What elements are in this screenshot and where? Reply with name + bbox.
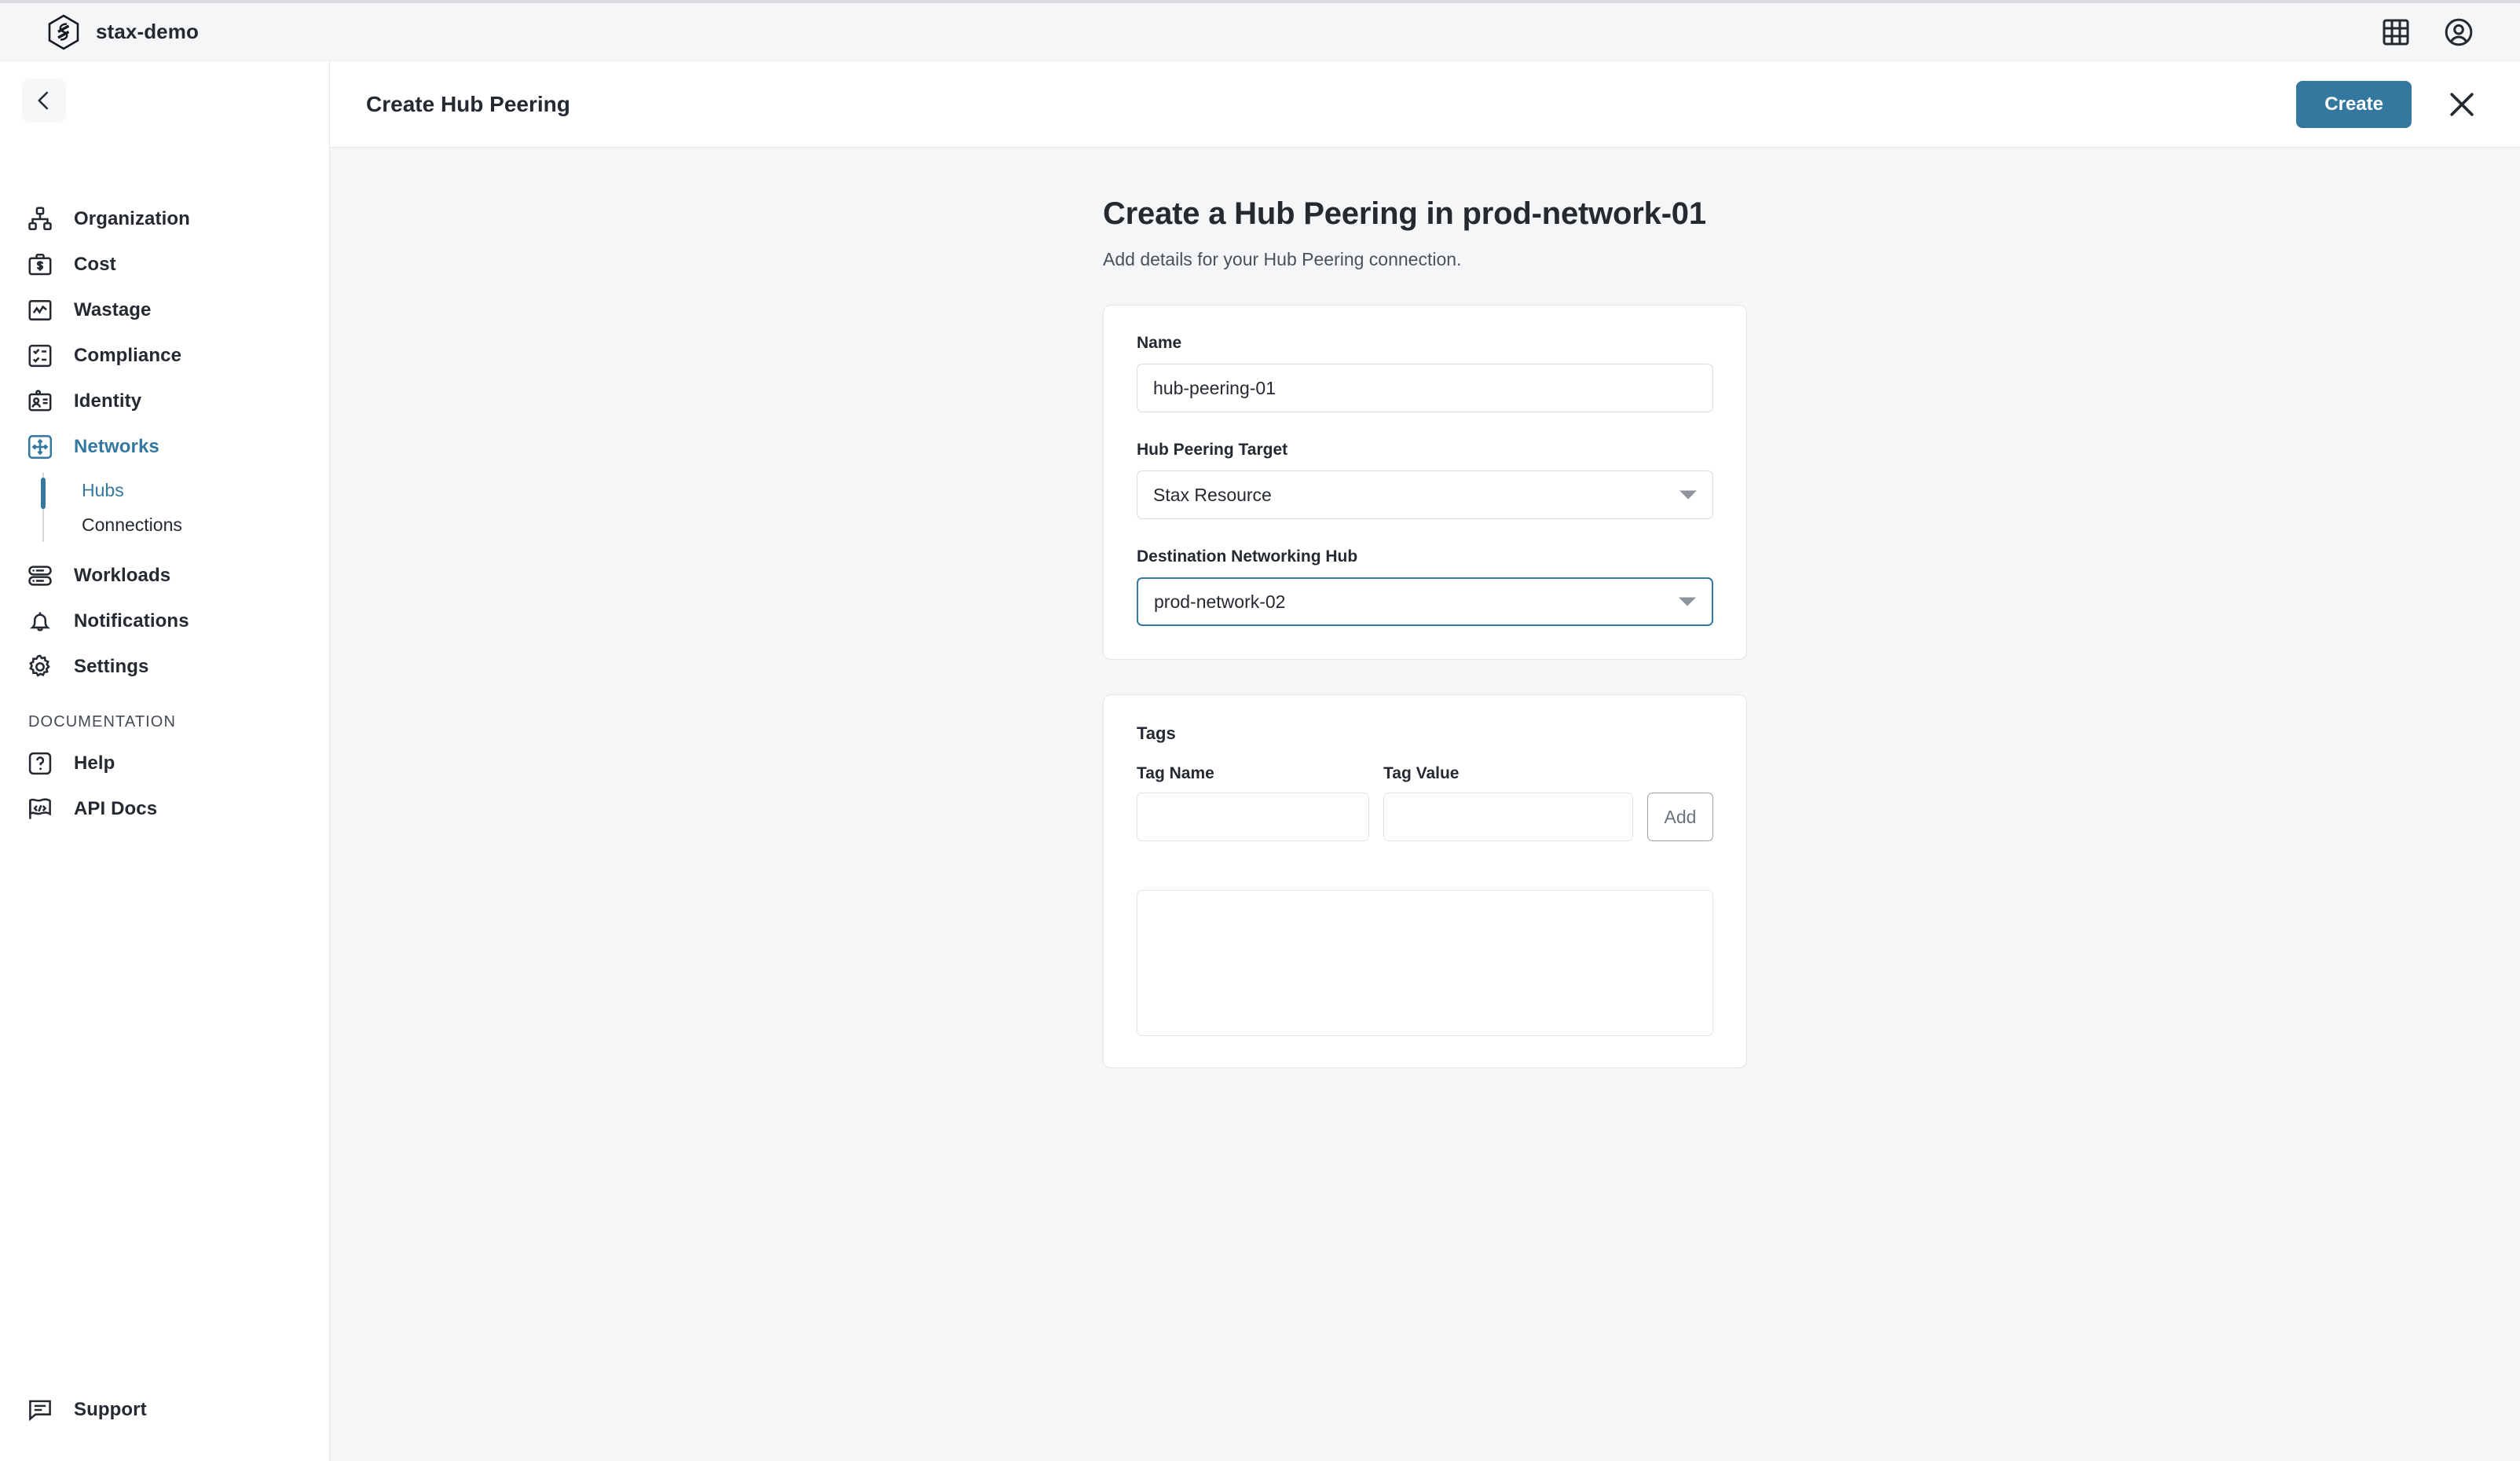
stax-hexagon-logo-icon: [47, 13, 80, 50]
sidebar-item-label: Wastage: [74, 299, 152, 320]
sidebar: Organization Cost Wastage Compliance Ide…: [0, 61, 330, 1461]
sidebar-item-support[interactable]: Support: [0, 1387, 330, 1433]
sidebar-item-networks[interactable]: Networks: [0, 424, 330, 470]
sidebar-item-label: Workloads: [74, 565, 171, 586]
sidebar-item-connections[interactable]: Connections: [42, 507, 330, 542]
move-arrows-icon: [25, 432, 55, 462]
back-button[interactable]: [22, 79, 66, 123]
tag-value-input[interactable]: [1383, 793, 1633, 841]
sidebar-item-wastage[interactable]: Wastage: [0, 287, 330, 333]
chat-bubble-icon: [25, 1395, 55, 1425]
sidebar-item-label: Networks: [74, 436, 159, 457]
sidebar-item-label: Identity: [74, 390, 142, 412]
sidebar-item-api-docs[interactable]: API Docs: [0, 786, 330, 832]
checklist-icon: [25, 341, 55, 371]
page-header-actions: Create: [2296, 80, 2520, 128]
sidebar-item-help[interactable]: Help: [0, 741, 330, 786]
sidebar-item-hubs[interactable]: Hubs: [42, 473, 330, 507]
hub-peering-target-select[interactable]: Stax Resource: [1137, 471, 1713, 519]
hub-peering-target-label: Hub Peering Target: [1137, 441, 1288, 459]
main-content: Create a Hub Peering in prod-network-01 …: [330, 148, 2520, 1461]
form-subheading: Add details for your Hub Peering connect…: [1103, 249, 1462, 269]
subnav-item-label: Hubs: [82, 479, 124, 500]
sidebar-item-workloads[interactable]: Workloads: [0, 553, 330, 599]
sidebar-item-label: Support: [74, 1399, 147, 1420]
sidebar-item-identity[interactable]: Identity: [0, 379, 330, 424]
chevron-down-icon: [1679, 597, 1696, 606]
sidebar-item-settings[interactable]: Settings: [0, 644, 330, 690]
details-card: Name Hub Peering Target Stax Resource De…: [1103, 305, 1747, 660]
tags-input-grid: Tag Name Tag Value Add: [1137, 764, 1713, 841]
sidebar-item-cost[interactable]: Cost: [0, 242, 330, 287]
tag-add-spacer: [1647, 764, 1713, 783]
sidebar-item-organization[interactable]: Organization: [0, 196, 330, 242]
sidebar-section-documentation: DOCUMENTATION: [28, 713, 176, 730]
code-flag-icon: [25, 794, 55, 824]
name-label: Name: [1137, 334, 1182, 352]
sidebar-item-label: Help: [74, 752, 115, 774]
chevron-left-icon: [38, 91, 48, 110]
sidebar-item-label: Organization: [74, 208, 190, 229]
form-wrapper: Create a Hub Peering in prod-network-01 …: [1103, 148, 1747, 1068]
destination-hub-value: prod-network-02: [1154, 591, 1286, 612]
sidebar-item-label: Notifications: [74, 610, 189, 632]
tags-title: Tags: [1137, 723, 1176, 743]
tag-name-input[interactable]: [1137, 793, 1369, 841]
destination-hub-select[interactable]: prod-network-02: [1137, 577, 1713, 626]
gear-icon: [25, 652, 55, 682]
sidebar-item-label: Cost: [74, 254, 116, 275]
page-title: Create Hub Peering: [366, 91, 570, 116]
sidebar-subnav-networks: Hubs Connections: [0, 473, 330, 542]
sidebar-item-compliance[interactable]: Compliance: [0, 333, 330, 379]
tags-list-area: [1137, 890, 1713, 1036]
destination-hub-label: Destination Networking Hub: [1137, 547, 1358, 566]
form-heading: Create a Hub Peering in prod-network-01: [1103, 196, 1706, 231]
bell-icon: [25, 606, 55, 636]
sidebar-item-label: Compliance: [74, 345, 182, 366]
chevron-down-icon: [1679, 490, 1697, 500]
sidebar-support-group: Support: [0, 1387, 330, 1433]
tag-value-label: Tag Value: [1383, 764, 1460, 782]
sidebar-nav: Organization Cost Wastage Compliance Ide…: [0, 196, 330, 832]
tag-add-column: Add: [1647, 764, 1713, 841]
id-card-icon: [25, 386, 55, 416]
top-bar-actions: [2380, 16, 2520, 48]
brand: stax-demo: [0, 13, 199, 50]
subnav-item-label: Connections: [82, 514, 182, 535]
briefcase-dollar-icon: [25, 250, 55, 280]
grid-apps-icon[interactable]: [2380, 16, 2412, 48]
line-chart-icon: [25, 295, 55, 325]
user-account-icon[interactable]: [2443, 16, 2474, 48]
add-tag-button[interactable]: Add: [1647, 793, 1713, 841]
tag-value-column: Tag Value: [1383, 764, 1633, 841]
tags-card: Tags Tag Name Tag Value Add: [1103, 694, 1747, 1068]
tag-name-column: Tag Name: [1137, 764, 1369, 841]
server-stack-icon: [25, 561, 55, 591]
org-name: stax-demo: [96, 20, 199, 43]
sidebar-item-label: API Docs: [74, 798, 158, 819]
sidebar-item-label: Settings: [74, 656, 149, 677]
sidebar-item-notifications[interactable]: Notifications: [0, 599, 330, 644]
org-chart-icon: [25, 204, 55, 234]
name-input[interactable]: [1137, 364, 1713, 412]
hub-peering-target-value: Stax Resource: [1153, 484, 1272, 505]
close-icon[interactable]: [2445, 87, 2479, 122]
top-bar: stax-demo: [0, 0, 2520, 61]
create-button[interactable]: Create: [2296, 80, 2412, 128]
page-header: Create Hub Peering Create: [330, 61, 2520, 148]
subnav-active-indicator: [41, 478, 46, 509]
tag-name-label: Tag Name: [1137, 764, 1214, 782]
question-mark-icon: [25, 749, 55, 778]
